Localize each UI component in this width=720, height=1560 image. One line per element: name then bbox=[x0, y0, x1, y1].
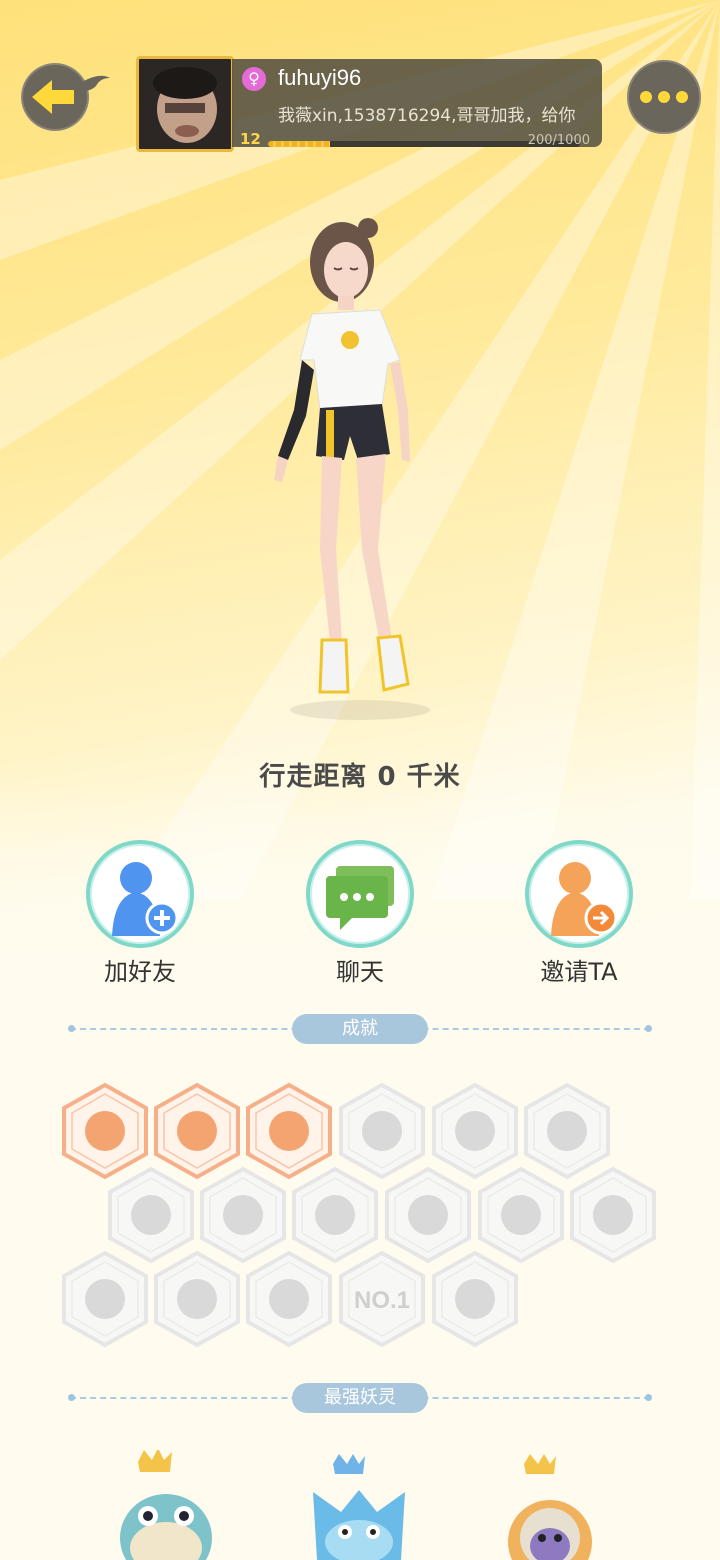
back-arrow-icon bbox=[21, 63, 110, 131]
chat-icon bbox=[326, 866, 394, 930]
spirit-2[interactable] bbox=[305, 1452, 415, 1560]
signature: 我薇xin,1538716294,哥哥加我，给你 bbox=[278, 106, 576, 126]
spirit-1[interactable] bbox=[112, 1448, 222, 1560]
chat-label: 聊天 bbox=[336, 958, 384, 986]
profile-card: ♀ fuhuyi96 我薇xin,1538716294,哥哥加我，给你 12 2… bbox=[136, 56, 602, 152]
crown-icon bbox=[138, 1448, 172, 1472]
add-friend-icon bbox=[112, 862, 179, 936]
add-friend-label: 加好友 bbox=[104, 958, 176, 986]
invite-icon bbox=[551, 862, 618, 936]
hexagon-badge-icon: NO.1 bbox=[339, 1250, 425, 1348]
hexagon-badge-icon bbox=[154, 1250, 240, 1348]
add-friend-icon-circle bbox=[86, 840, 194, 948]
exp-bar-fill bbox=[268, 141, 331, 147]
hexagon-badge-icon bbox=[246, 1250, 332, 1348]
hexagon-badge-icon bbox=[432, 1250, 518, 1348]
divider-dot bbox=[645, 1025, 652, 1032]
username: fuhuyi96 bbox=[278, 65, 362, 90]
exp-text: 200/1000 bbox=[527, 133, 590, 148]
invite-label: 邀请TA bbox=[540, 958, 618, 986]
hexagon-badge-icon bbox=[570, 1166, 656, 1264]
add-friend-button[interactable]: 加好友 bbox=[60, 840, 220, 987]
achievement-badge-15[interactable] bbox=[244, 1250, 334, 1348]
crown-icon bbox=[333, 1454, 365, 1474]
chat-button[interactable]: 聊天 bbox=[280, 840, 440, 987]
female-icon: ♀ bbox=[242, 67, 266, 91]
achievements-header: 成就 bbox=[68, 1014, 652, 1044]
achievement-badge-17[interactable] bbox=[430, 1250, 520, 1348]
more-dot-icon bbox=[658, 91, 670, 103]
spirit-3[interactable] bbox=[500, 1452, 610, 1560]
divider-dot bbox=[645, 1394, 652, 1401]
achievement-badge-12[interactable] bbox=[568, 1166, 658, 1264]
invite-icon-circle bbox=[525, 840, 633, 948]
profile-info: ♀ fuhuyi96 我薇xin,1538716294,哥哥加我，给你 12 2… bbox=[232, 59, 602, 148]
more-button[interactable] bbox=[627, 60, 701, 134]
walk-distance: 行走距离 0 千米 bbox=[259, 762, 461, 792]
divider-dot bbox=[68, 1025, 75, 1032]
avatar[interactable] bbox=[136, 56, 234, 152]
svg-text:NO.1: NO.1 bbox=[354, 1287, 410, 1314]
achievement-badge-14[interactable] bbox=[152, 1250, 242, 1348]
player-character[interactable] bbox=[250, 210, 450, 730]
strongest-spirit-header: 最强妖灵 bbox=[68, 1383, 652, 1413]
more-dot-icon bbox=[676, 91, 688, 103]
achievement-badge-16[interactable]: NO.1 bbox=[337, 1250, 427, 1348]
achievements-title: 成就 bbox=[292, 1014, 428, 1044]
back-button[interactable] bbox=[18, 60, 112, 134]
hexagon-badge-icon bbox=[62, 1250, 148, 1348]
divider-dot bbox=[68, 1394, 75, 1401]
crown-icon bbox=[524, 1454, 556, 1474]
chat-icon-circle bbox=[306, 840, 414, 948]
strongest-spirit-title: 最强妖灵 bbox=[292, 1383, 428, 1413]
level-badge: 12 bbox=[240, 130, 261, 148]
more-dot-icon bbox=[640, 91, 652, 103]
invite-button[interactable]: 邀请TA bbox=[499, 840, 659, 987]
achievement-badge-13[interactable] bbox=[60, 1250, 150, 1348]
